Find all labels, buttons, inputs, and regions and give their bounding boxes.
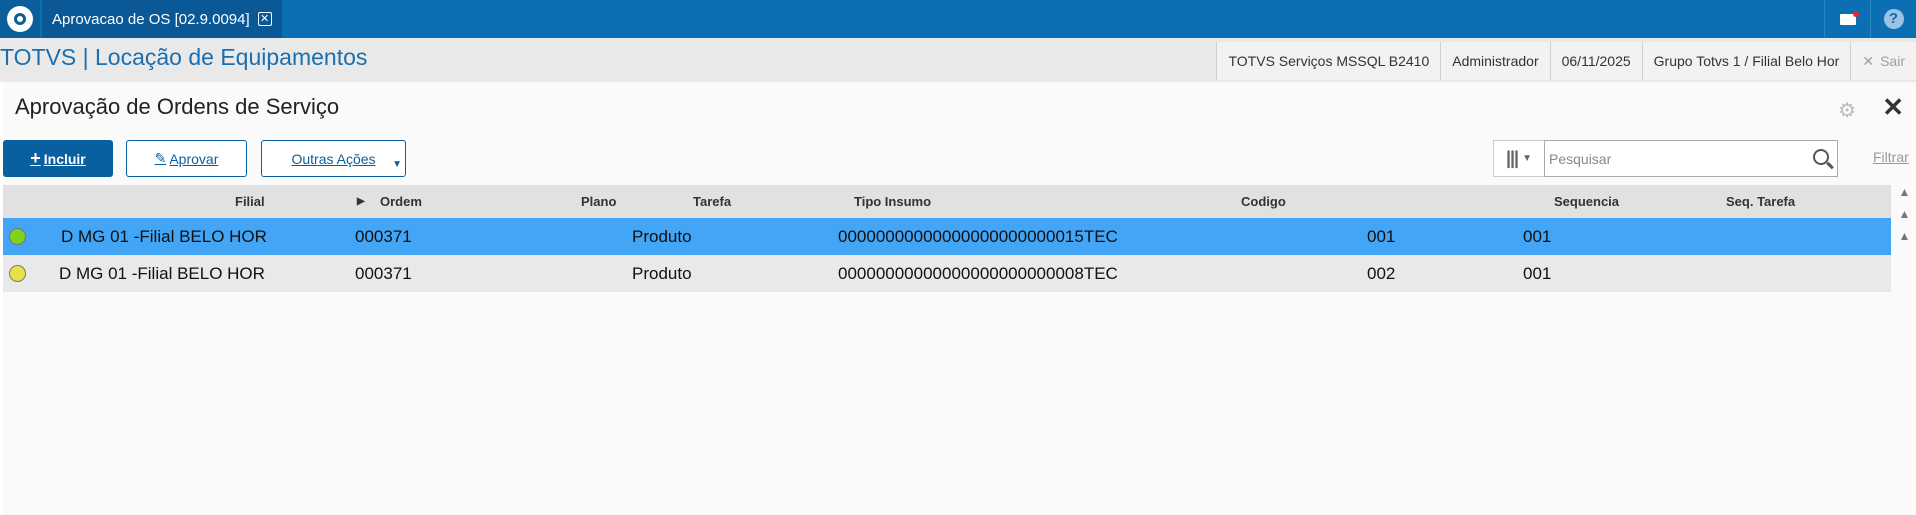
search-icon[interactable] — [1813, 149, 1829, 165]
outras-acoes-label: Outras Ações — [291, 150, 376, 167]
table-row[interactable]: D MG 01 -Filial BELO HOR 000371 Produto … — [3, 218, 1891, 255]
cell-codigo: 00000000000000000000000008TEC — [838, 264, 1118, 283]
column-header-tarefa[interactable]: Tarefa — [693, 194, 731, 209]
cell-tipo-insumo: Produto — [632, 227, 692, 246]
logout-label: Sair — [1880, 53, 1905, 69]
date-info: 06/11/2025 — [1549, 42, 1642, 80]
cell-sequencia: 002 — [1367, 264, 1396, 283]
app-header: TOTVS | Locação de Equipamentos TOTVS Se… — [0, 38, 1916, 82]
column-header-ordem[interactable]: Ordem — [380, 194, 422, 209]
totvs-logo-icon[interactable] — [0, 0, 40, 38]
column-header-filial[interactable]: Filial — [235, 194, 265, 209]
column-header-codigo[interactable]: Codigo — [1241, 194, 1286, 209]
branch-info[interactable]: Grupo Totvs 1 / Filial Belo Hor — [1641, 42, 1851, 80]
close-icon[interactable]: ✕ — [257, 12, 272, 26]
vertical-scrollbar[interactable]: ▲ ▲ ▲ — [1893, 185, 1916, 255]
cell-ordem: 000371 — [355, 264, 412, 283]
column-selector-button[interactable]: ||| ▼ — [1493, 140, 1545, 177]
gear-icon[interactable]: ⚙ — [1838, 98, 1856, 123]
plus-icon: + — [30, 148, 41, 168]
search-placeholder: Pesquisar — [1549, 150, 1612, 167]
chevron-down-icon: ▼ — [1522, 153, 1532, 164]
user-info: Administrador — [1440, 42, 1550, 80]
close-icon: ✕ — [1862, 52, 1875, 69]
cell-seq-tarefa: 001 — [1523, 264, 1552, 283]
chevron-down-icon: ▼ — [392, 159, 402, 170]
column-header-sequencia[interactable]: Sequencia — [1554, 194, 1619, 209]
column-header-plano[interactable]: Plano — [581, 194, 616, 209]
cell-ordem: 000371 — [355, 227, 412, 246]
pencil-icon: ✎ — [154, 150, 167, 166]
tab-aprovacao-os[interactable]: Aprovacao de OS [02.9.0094] ✕ — [42, 0, 282, 38]
tab-label: Aprovacao de OS [02.9.0094] — [52, 10, 250, 28]
top-bar: Aprovacao de OS [02.9.0094] ✕ ? — [0, 0, 1916, 38]
help-icon[interactable]: ? — [1870, 0, 1916, 38]
cell-tipo-insumo: Produto — [632, 264, 692, 283]
caret-right-icon: ▶ — [357, 196, 365, 207]
cell-seq-tarefa: 001 — [1523, 227, 1552, 246]
search-input[interactable]: Pesquisar — [1544, 140, 1838, 177]
table-row[interactable]: D MG 01 -Filial BELO HOR 000371 Produto … — [3, 255, 1891, 292]
close-page-icon[interactable]: ✕ — [1882, 92, 1904, 123]
environment-info: TOTVS Serviços MSSQL B2410 — [1216, 42, 1441, 80]
app-title: TOTVS | Locação de Equipamentos — [0, 44, 368, 70]
aprovar-button[interactable]: ✎ Aprovar — [126, 140, 247, 177]
status-dot-icon — [9, 228, 26, 245]
status-dot-icon — [9, 265, 26, 282]
scroll-up-icon[interactable]: ▲ — [1893, 229, 1916, 251]
incluir-label: Incluir — [43, 150, 86, 167]
cell-filial: D MG 01 -Filial BELO HOR — [59, 264, 265, 283]
column-header-seq-tarefa[interactable]: Seq. Tarefa — [1726, 194, 1795, 209]
cell-codigo: 00000000000000000000000015TEC — [838, 227, 1118, 246]
column-header-tipo-insumo[interactable]: Tipo Insumo — [854, 194, 931, 209]
page-content: Aprovação de Ordens de Serviço ⚙ ✕ + Inc… — [3, 82, 1916, 515]
scroll-top-icon[interactable]: ▲ — [1893, 185, 1916, 207]
page-title: Aprovação de Ordens de Serviço — [15, 94, 340, 119]
filtrar-link[interactable]: Filtrar — [1873, 149, 1909, 165]
aprovar-label: Aprovar — [169, 150, 219, 167]
columns-icon: ||| — [1505, 148, 1519, 168]
incluir-button[interactable]: + Incluir — [3, 140, 113, 177]
logout-button[interactable]: ✕ Sair — [1850, 42, 1916, 80]
outras-acoes-button[interactable]: Outras Ações ▼ — [261, 140, 406, 177]
scroll-page-up-icon[interactable]: ▲ — [1893, 207, 1916, 229]
cell-sequencia: 001 — [1367, 227, 1396, 246]
cell-filial: D MG 01 -Filial BELO HOR — [61, 227, 267, 246]
mail-icon[interactable] — [1824, 0, 1870, 38]
grid-header: Filial ▶ Ordem Plano Tarefa Tipo Insumo … — [3, 185, 1891, 218]
